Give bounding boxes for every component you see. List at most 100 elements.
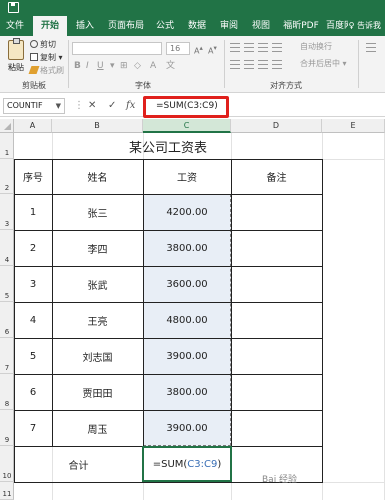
underline-icon[interactable]: U bbox=[97, 60, 104, 72]
format-painter-button[interactable]: 格式刷 bbox=[28, 65, 64, 77]
row-number: 7 bbox=[4, 364, 10, 372]
clipboard-icon bbox=[8, 38, 24, 60]
underline-dropdown-icon[interactable]: ▾ bbox=[110, 60, 115, 72]
font-color-icon[interactable]: A bbox=[150, 60, 156, 72]
row-header[interactable]: 6 bbox=[0, 302, 14, 338]
total-formula-cell[interactable]: =SUM(C3:C9) bbox=[143, 446, 231, 482]
table-cell-name[interactable]: 李四 bbox=[52, 230, 143, 266]
borders-icon[interactable]: ⊞ bbox=[120, 60, 128, 72]
tab-formulas[interactable]: 公式 bbox=[152, 16, 178, 36]
orientation-icon[interactable] bbox=[272, 43, 282, 52]
save-icon[interactable] bbox=[8, 2, 19, 13]
font-family-select[interactable] bbox=[72, 42, 162, 55]
merge-center-button[interactable]: 合并后居中 ▾ bbox=[300, 58, 347, 70]
alignment-group-label: 对齐方式 bbox=[270, 81, 302, 90]
table-cell-name[interactable]: 贾田田 bbox=[52, 374, 143, 410]
table-cell-no[interactable]: 3 bbox=[14, 266, 52, 302]
column-header-d[interactable]: D bbox=[231, 119, 322, 133]
align-middle-icon[interactable] bbox=[244, 43, 254, 52]
table-cell-no[interactable]: 5 bbox=[14, 338, 52, 374]
chevron-down-icon[interactable]: ▼ bbox=[56, 99, 61, 113]
tab-baidu-netdisk[interactable]: 百度网盘 bbox=[326, 16, 348, 36]
table-cell-salary[interactable]: 3800.00 bbox=[143, 230, 231, 266]
table-cell-name[interactable]: 张武 bbox=[52, 266, 143, 302]
tab-home[interactable]: 开始 bbox=[33, 16, 67, 36]
table-cell-no[interactable]: 4 bbox=[14, 302, 52, 338]
column-header-b[interactable]: B bbox=[52, 119, 143, 133]
row-header[interactable]: 2 bbox=[0, 159, 14, 194]
row-header[interactable]: 4 bbox=[0, 230, 14, 266]
copy-button[interactable]: 复制 ▾ bbox=[30, 52, 63, 64]
table-cell-salary[interactable]: 3900.00 bbox=[143, 338, 231, 374]
total-formula-prefix: =SUM( bbox=[152, 458, 188, 470]
align-left-icon[interactable] bbox=[230, 60, 240, 69]
header-cell[interactable]: 序号 bbox=[14, 159, 52, 194]
font-size-select[interactable]: 16 bbox=[166, 42, 190, 55]
column-header-c[interactable]: C bbox=[143, 119, 231, 133]
tab-insert[interactable]: 插入 bbox=[70, 16, 100, 36]
table-cell-salary[interactable]: 3900.00 bbox=[143, 410, 231, 446]
fill-color-icon[interactable]: ◇ bbox=[134, 60, 141, 72]
group-divider bbox=[68, 40, 69, 88]
table-cell-name[interactable]: 周玉 bbox=[52, 410, 143, 446]
row-number: 3 bbox=[4, 220, 10, 228]
font-grow-icon[interactable]: A▴ bbox=[194, 42, 203, 58]
header-cell[interactable]: 工资 bbox=[143, 159, 231, 194]
table-cell-no[interactable]: 7 bbox=[14, 410, 52, 446]
watermark: Bai 经验 bbox=[262, 475, 298, 485]
align-center-icon[interactable] bbox=[244, 60, 254, 69]
name-box[interactable]: COUNTIF ▼ bbox=[3, 98, 65, 114]
ribbon-home: 粘贴 剪切 复制 ▾ 格式刷 剪贴板 16 A▴ A▾ B I U ▾ ⊞ ◇ … bbox=[0, 36, 385, 93]
table-cell-no[interactable]: 1 bbox=[14, 194, 52, 230]
phonetic-icon[interactable]: 文 bbox=[166, 60, 175, 72]
cancel-icon[interactable]: ✕ bbox=[88, 98, 96, 114]
column-header-e[interactable]: E bbox=[322, 119, 385, 133]
table-cell-no[interactable]: 6 bbox=[14, 374, 52, 410]
number-format-icon[interactable] bbox=[366, 43, 376, 52]
sheet-title[interactable]: 某公司工资表 bbox=[14, 133, 322, 159]
align-right-icon[interactable] bbox=[258, 60, 268, 69]
table-cell-salary[interactable]: 3600.00 bbox=[143, 266, 231, 302]
insert-function-icon[interactable]: fx bbox=[126, 98, 135, 114]
table-cell-no[interactable]: 2 bbox=[14, 230, 52, 266]
row-header[interactable]: 8 bbox=[0, 374, 14, 410]
align-bottom-icon[interactable] bbox=[258, 43, 268, 52]
font-shrink-icon[interactable]: A▾ bbox=[208, 42, 217, 58]
row-header[interactable]: 10 bbox=[0, 446, 14, 482]
row-header[interactable]: 7 bbox=[0, 338, 14, 374]
row-header[interactable]: 3 bbox=[0, 194, 14, 230]
wrap-text-button[interactable]: 自动换行 bbox=[300, 41, 332, 53]
indent-icon[interactable] bbox=[272, 60, 282, 69]
italic-icon[interactable]: I bbox=[86, 60, 89, 72]
table-cell-name[interactable]: 刘志国 bbox=[52, 338, 143, 374]
header-cell[interactable]: 姓名 bbox=[52, 159, 143, 194]
confirm-icon[interactable]: ✓ bbox=[108, 98, 116, 114]
table-cell-name[interactable]: 张三 bbox=[52, 194, 143, 230]
table-cell-salary[interactable]: 4200.00 bbox=[143, 194, 231, 230]
row-header[interactable]: 11 bbox=[0, 482, 14, 500]
select-all-button[interactable] bbox=[0, 119, 14, 133]
tab-review[interactable]: 审阅 bbox=[216, 16, 242, 36]
cut-button[interactable]: 剪切 bbox=[30, 39, 56, 51]
bold-icon[interactable]: B bbox=[74, 60, 81, 72]
tab-view[interactable]: 视图 bbox=[248, 16, 274, 36]
table-cell-name[interactable]: 王亮 bbox=[52, 302, 143, 338]
group-divider bbox=[224, 40, 225, 88]
tab-page-layout[interactable]: 页面布局 bbox=[104, 16, 148, 36]
table-cell-salary[interactable]: 3800.00 bbox=[143, 374, 231, 410]
table-border bbox=[231, 159, 232, 483]
row-header[interactable]: 5 bbox=[0, 266, 14, 302]
tab-foxit-pdf[interactable]: 福昕PDF bbox=[280, 16, 322, 36]
row-header[interactable]: 9 bbox=[0, 410, 14, 446]
align-top-icon[interactable] bbox=[230, 43, 240, 52]
paste-button[interactable]: 粘贴 bbox=[4, 38, 28, 82]
table-cell-salary[interactable]: 4800.00 bbox=[143, 302, 231, 338]
header-cell[interactable]: 备注 bbox=[231, 159, 322, 194]
total-label[interactable]: 合计 bbox=[14, 446, 143, 482]
column-header-a[interactable]: A bbox=[14, 119, 52, 133]
tell-me-search[interactable]: ♀ 告诉我 bbox=[349, 16, 381, 36]
row-header[interactable]: 1 bbox=[0, 133, 14, 159]
scissors-icon bbox=[30, 40, 38, 48]
tab-file[interactable]: 文件 bbox=[2, 16, 28, 36]
tab-data[interactable]: 数据 bbox=[184, 16, 210, 36]
